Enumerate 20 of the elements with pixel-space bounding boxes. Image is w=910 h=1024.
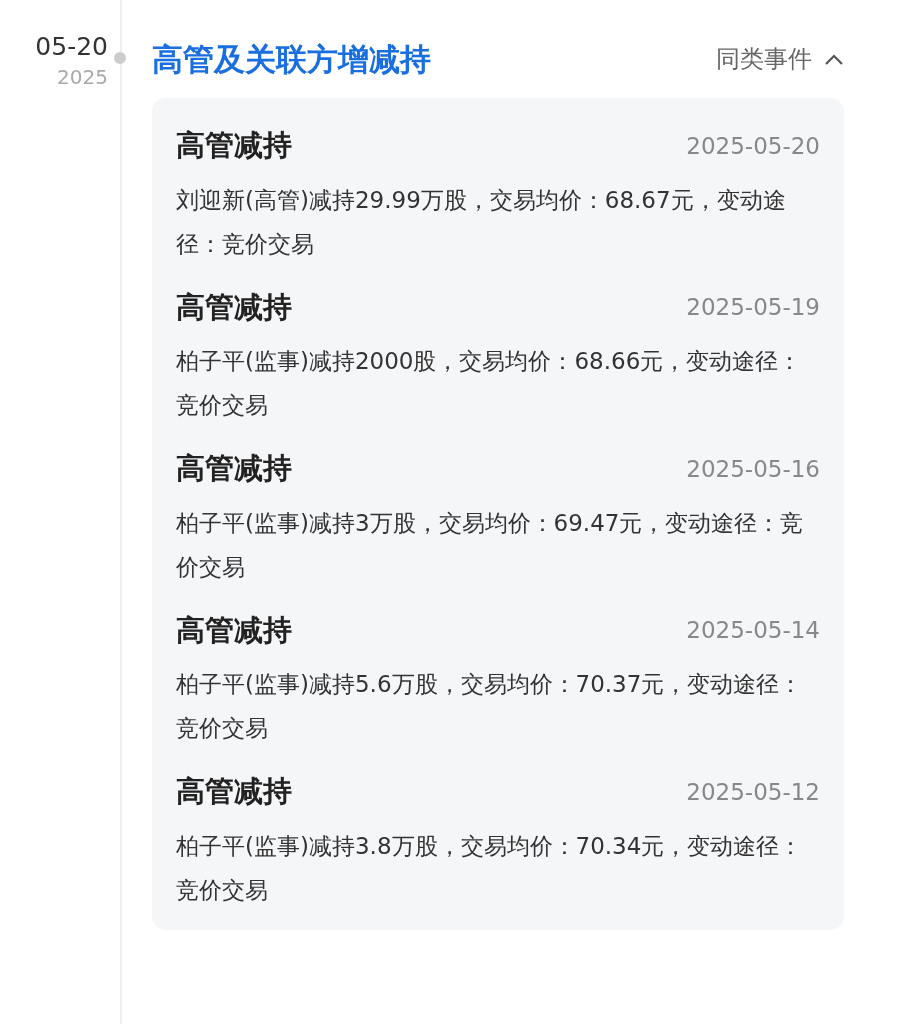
item-date: 2025-05-19 bbox=[686, 293, 820, 322]
item-title: 高管减持 bbox=[176, 773, 292, 810]
item-title: 高管减持 bbox=[176, 611, 292, 649]
item-title: 高管减持 bbox=[176, 288, 292, 326]
item-date: 2025-05-16 bbox=[686, 454, 820, 484]
item-description: 柏子平(监事)减持3万股，交易均价：69.47元，变动途径：竞价交易 bbox=[176, 508, 805, 582]
item-description: 柏子平(监事)减持5.6万股，交易均价：70.37元，变动途径：竞价交易 bbox=[176, 670, 804, 743]
item-date: 2025-05-20 bbox=[686, 131, 820, 161]
item-date: 2025-05-14 bbox=[686, 616, 820, 645]
similar-events-toggle[interactable]: 同类事件 bbox=[716, 41, 844, 77]
event-year: 2025 bbox=[57, 64, 108, 90]
event-title: 高管及关联方增减持 bbox=[152, 39, 431, 79]
item-date: 2025-05-12 bbox=[686, 777, 820, 807]
item-description: 刘迎新(高管)减持29.99万股，交易均价：68.67元，变动途径：竞价交易 bbox=[176, 185, 787, 259]
chevron-up-icon bbox=[824, 53, 844, 65]
item-title: 高管减持 bbox=[176, 127, 292, 164]
item-title: 高管减持 bbox=[176, 450, 292, 487]
item-description: 柏子平(监事)减持2000股，交易均价：68.66元，变动途径：竞价交易 bbox=[176, 347, 803, 420]
event-date: 05-20 bbox=[35, 31, 108, 63]
item-description: 柏子平(监事)减持3.8万股，交易均价：70.34元，变动途径：竞价交易 bbox=[176, 831, 804, 905]
